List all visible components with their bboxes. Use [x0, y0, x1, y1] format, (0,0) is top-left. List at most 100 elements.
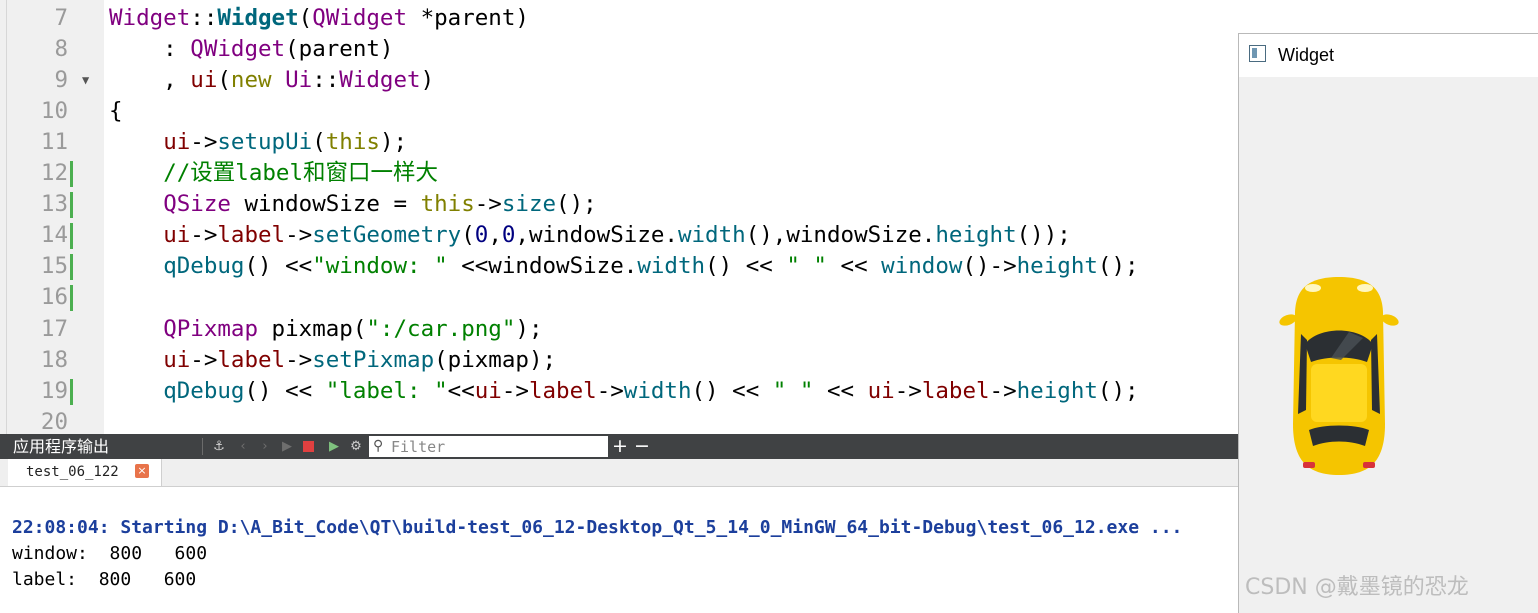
code-token: () << [244, 253, 313, 280]
code-token: QSize [163, 191, 231, 218]
line-number: 7 [54, 5, 68, 31]
settings-icon[interactable]: ⚙ [347, 434, 365, 459]
code-token: label [528, 377, 597, 404]
code-token: (pixmap); [434, 346, 557, 373]
code-token: width [677, 222, 746, 249]
add-pane-button[interactable]: + [612, 434, 628, 459]
code-editor[interactable]: 7 Widget::Widget(QWidget *parent) 8 : QWid… [0, 0, 1238, 434]
code-token: , [109, 67, 191, 94]
close-icon[interactable]: × [135, 464, 149, 478]
code-token: qDebug [163, 253, 245, 280]
code-token: "window: " [312, 253, 448, 280]
car-image [1279, 277, 1399, 475]
code-token: qDebug [163, 377, 245, 404]
run-icon[interactable]: ▶ [279, 434, 295, 459]
code-token: width [637, 253, 706, 280]
code-token: ui [474, 377, 502, 404]
code-line[interactable]: 8 : QWidget(parent) [0, 34, 1238, 65]
code-token: 0 [474, 222, 489, 249]
code-token: ( [217, 67, 231, 94]
code-token: Widget [339, 67, 421, 94]
output-line-start: 22:08:04: Starting D:\A_Bit_Code\QT\buil… [12, 517, 1183, 538]
watermark: CSDN @戴墨镜的恐龙 [1245, 575, 1469, 600]
window-titlebar[interactable]: Widget [1239, 34, 1538, 77]
code-line[interactable]: 16 [0, 282, 1238, 313]
code-token: QWidget [190, 36, 286, 63]
code-token: ()); [1016, 222, 1071, 249]
attach-icon[interactable]: ⚓ [209, 434, 229, 459]
code-line[interactable]: 12 //设置label和窗口一样大 [0, 158, 1238, 189]
code-token: label [217, 222, 286, 249]
widget-window[interactable]: Widget CSDN @戴墨镜的恐龙 [1238, 33, 1538, 613]
toolbar-separator [202, 438, 203, 455]
code-token: : [109, 36, 191, 63]
code-token: :: [190, 5, 218, 31]
line-number: 17 [40, 315, 68, 342]
code-line[interactable]: 10 { [0, 96, 1238, 127]
filter-field[interactable]: ⚲ [369, 436, 608, 457]
code-token: ); [515, 315, 543, 342]
output-tab-bar: test_06_122 × [0, 459, 1238, 487]
code-text: { [109, 96, 123, 127]
code-token: window [881, 253, 963, 280]
code-token: << [826, 253, 882, 280]
prev-icon[interactable]: ‹ [235, 434, 251, 459]
line-number: 12 [40, 160, 68, 187]
code-token: width [623, 377, 692, 404]
code-token: Widget [217, 5, 299, 31]
code-token: label [217, 346, 286, 373]
code-token: pixmap( [258, 315, 367, 342]
window-title: Widget [1278, 45, 1335, 65]
code-line[interactable]: 11 ui->setupUi(this); [0, 127, 1238, 158]
code-token: , [488, 222, 502, 249]
remove-pane-button[interactable]: − [634, 434, 650, 459]
code-line[interactable]: 14 ui->label->setGeometry(0,0,windowSize… [0, 220, 1238, 251]
code-line[interactable]: 19 qDebug() << "label: "<<ui->label->wid… [0, 376, 1238, 407]
code-line[interactable]: 20 [0, 407, 1238, 434]
line-number: 10 [40, 98, 68, 125]
modified-line-marker [70, 223, 73, 250]
code-token: -> [501, 377, 529, 404]
code-token: ) [420, 67, 435, 94]
code-token: ); [379, 129, 408, 156]
line-number: 11 [40, 129, 68, 156]
code-line[interactable]: 9 ▼ , ui(new Ui::Widget) [0, 65, 1238, 96]
code-text: //设置label和窗口一样大 [109, 158, 438, 189]
code-token: ( [461, 222, 475, 249]
code-line[interactable]: 18 ui->label->setPixmap(pixmap); [0, 345, 1238, 376]
line-number: 13 [40, 191, 68, 218]
code-token: -> [285, 346, 313, 373]
output-line-window: window: 800 600 [12, 543, 208, 564]
stop-icon[interactable] [303, 441, 314, 452]
application-output[interactable]: 22:08:04: Starting D:\A_Bit_Code\QT\buil… [0, 487, 1238, 613]
code-line[interactable]: 15 qDebug() <<"window: " <<windowSize.wi… [0, 251, 1238, 282]
code-token: ui [163, 346, 191, 373]
debug-run-icon[interactable]: ▶ [325, 434, 343, 459]
next-icon[interactable]: › [257, 434, 273, 459]
code-token: -> [190, 346, 218, 373]
code-line[interactable]: 17 QPixmap pixmap(":/car.png"); [0, 314, 1238, 345]
tab-test-06-122[interactable]: test_06_122 × [8, 459, 162, 486]
modified-line-marker [70, 378, 73, 405]
code-token: new [230, 67, 272, 94]
filter-input[interactable] [391, 436, 605, 457]
code-token: setupUi [217, 129, 313, 156]
code-token: -> [190, 222, 218, 249]
code-token: ( [298, 5, 313, 31]
code-token: this [420, 191, 475, 218]
code-text: ui->label->setGeometry(0,0,windowSize.wi… [109, 220, 1071, 251]
code-line[interactable]: 7 Widget::Widget(QWidget *parent) [0, 3, 1238, 34]
code-token: 0 [501, 222, 516, 249]
fold-arrow-icon[interactable]: ▼ [82, 65, 89, 96]
code-token: -> [474, 191, 502, 218]
code-line[interactable]: 13 QSize windowSize = this->size(); [0, 189, 1238, 220]
line-number: 16 [40, 284, 68, 311]
code-token: () << [244, 377, 326, 404]
code-text: QPixmap pixmap(":/car.png"); [109, 314, 543, 345]
